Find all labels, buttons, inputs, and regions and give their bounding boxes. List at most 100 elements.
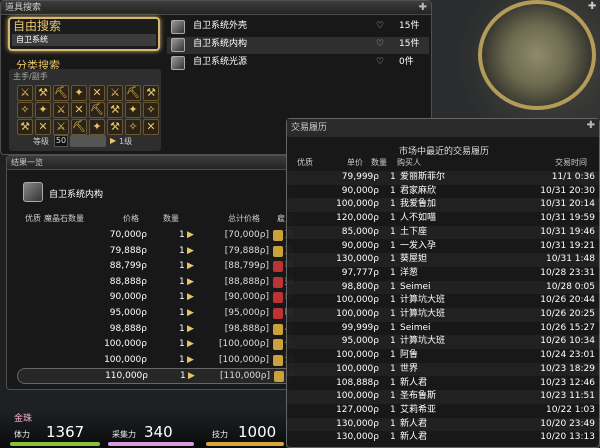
item-icon [23,182,43,202]
heart-icon[interactable]: ♡ [376,55,384,70]
history-row: 130,000ρ 1 葵屋妲 10/31 1:48 [287,253,600,267]
history-qty: 1 [390,185,396,196]
category-icon[interactable]: ✧ [143,102,159,118]
history-buyer: 新人君 [400,432,428,443]
history-qty: 1 [390,172,396,182]
history-qty: 1 [390,254,396,265]
category-icon[interactable]: ✦ [89,119,105,135]
category-icon[interactable]: ⚒ [17,119,33,135]
retainer-icon [273,230,283,241]
listing-row[interactable]: 79,888ρ 1 ▶ [79,888ρ] 克 [17,244,294,260]
listing-total: [79,888ρ] [224,245,269,256]
history-time: 10/26 15:27 [540,322,595,333]
listing-row[interactable]: 98,888ρ 1 ▶ [98,888ρ] 小 [17,322,294,338]
category-icon[interactable]: ✦ [125,102,141,118]
history-price: 90,000ρ [341,185,379,196]
category-icon[interactable]: ✕ [35,119,51,135]
history-time: 10/26 20:25 [540,309,595,319]
results-window: 结果一览 自卫系统内构 优质 魔晶石数量 价格 数量 总计价格 雇员 70,00… [6,155,295,390]
history-time: 10/31 19:21 [540,240,595,251]
minimap[interactable] [478,0,596,110]
listing-row[interactable]: 90,000ρ 1 ▶ [90,000ρ] N [17,290,293,306]
header-qty: 数量 [163,214,179,223]
history-header-time: 交易时间 [555,158,587,167]
history-qty: 1 [390,281,396,292]
category-icon[interactable]: ⚔ [17,85,33,101]
level-label: 等级 [33,137,49,146]
history-time: 10/23 12:46 [540,377,595,388]
category-icon[interactable]: ⛏ [89,102,105,118]
history-price: 130,000ρ [336,432,379,443]
category-icon[interactable]: ⚒ [107,102,123,118]
category-icon[interactable]: ✕ [89,85,105,101]
listing-qty: 1 [179,323,185,334]
listing-qty: 1 [180,371,186,382]
history-settings-icon[interactable]: ✚ [587,120,595,132]
listing-total: [88,799ρ] [224,261,269,272]
listing-row[interactable]: 95,000ρ 1 ▶ [95,000ρ] 曦 [17,306,294,322]
result-row[interactable]: 自卫系统内构 ♡ 15件 [167,37,429,54]
history-buyer: 计算坑大班 [400,309,446,319]
category-icon[interactable]: ✧ [17,102,33,118]
result-row[interactable]: 自卫系统外壳 ♡ 15件 [167,19,429,36]
level-input[interactable]: 50 [54,135,68,147]
heart-icon[interactable]: ♡ [376,37,384,52]
level-arrow-icon: ▶ [110,136,117,145]
listing-row[interactable]: 100,000ρ 1 ▶ [100,000ρ] 洋 [17,353,294,369]
category-icon[interactable]: ✕ [71,102,87,118]
history-buyer: 洋葱 [400,267,419,278]
listing-qty: 1 [179,354,185,365]
category-icon[interactable]: ✕ [143,119,159,135]
category-icon[interactable]: ⚒ [107,119,123,135]
category-icon[interactable]: ⚔ [53,119,69,135]
free-search-input[interactable]: 自卫系统 [12,34,156,46]
history-buyer: 土下座 [400,226,428,237]
minimap-corner-icon[interactable]: ✚ [588,1,596,12]
heart-icon[interactable]: ♡ [376,19,384,34]
category-panel: 主手/副手 ⚔ ⚒ ⛏ ✦ ✕ ⚔ ⛏ ⚒ ✧ ✦ ⚔ ✕ ⛏ ⚒ ✦ ✧ ⚒ ✕ ⚔ ⛏ ✦ ⚒ ✧ ✕ 等级 50 ▶ 1… [9,69,161,151]
category-group-label: 主手/副手 [13,72,48,81]
history-header-quality: 优质 [297,158,313,167]
category-icon[interactable]: ✦ [35,102,51,118]
category-icon[interactable]: ⛏ [125,85,141,101]
history-time: 10/28 0:05 [545,281,595,292]
cp-bar [108,442,194,446]
history-price: 100,000ρ [336,309,379,319]
level-dropdown[interactable] [70,135,106,147]
result-item-icon [171,56,185,70]
category-icon[interactable]: ⚒ [143,85,159,101]
category-icon[interactable]: ✧ [125,119,141,135]
listing-qty: 1 [179,245,185,256]
history-buyer: Seimei [400,281,431,292]
settings-icon[interactable]: ✚ [419,2,427,14]
listing-row[interactable]: 100,000ρ 1 ▶ [100,000ρ] 七 [17,337,294,353]
category-icon[interactable]: ⛏ [71,119,87,135]
category-icon[interactable]: ⛏ [53,85,69,101]
category-icon[interactable]: ⚒ [35,85,51,101]
listing-total: [95,000ρ] [224,308,269,318]
history-buyer: 人不如喵 [400,213,437,224]
listing-row[interactable]: 110,000ρ 1 ▶ [110,000ρ] 小 [17,368,295,384]
history-price: 127,000ρ [336,404,379,415]
search-window-title: 道具搜索 ✚ [1,1,431,15]
listing-price: 88,888ρ [109,276,147,287]
result-row[interactable]: 自卫系统光源 ♡ 0件 [167,55,429,72]
history-buyer: 世界 [400,363,419,374]
category-icon[interactable]: ✦ [71,85,87,101]
history-row: 127,000ρ 1 艾莉希亚 10/22 1:03 [287,404,600,418]
history-qty: 1 [390,377,396,388]
result-item-icon [171,38,185,52]
history-buyer: 葵屋妲 [400,254,428,265]
history-row: 130,000ρ 1 新人君 10/20 23:49 [287,417,600,432]
header-price: 价格 [123,214,139,223]
listing-row[interactable]: 70,000ρ 1 ▶ [70,000ρ] 克 [17,228,294,244]
qty-arrow-icon: ▶ [187,245,194,256]
category-icon[interactable]: ⚔ [107,85,123,101]
listing-row[interactable]: 88,799ρ 1 ▶ [88,799ρ] 萌 [17,259,294,275]
listing-row[interactable]: 88,888ρ 1 ▶ [88,888ρ] 妹 [17,275,294,291]
history-row: 100,000ρ 1 圣布鲁斯 10/23 11:51 [287,390,600,404]
history-price: 98,800ρ [341,281,379,292]
history-qty: 1 [390,363,396,374]
history-qty: 1 [390,309,396,319]
category-icon[interactable]: ⚔ [53,102,69,118]
